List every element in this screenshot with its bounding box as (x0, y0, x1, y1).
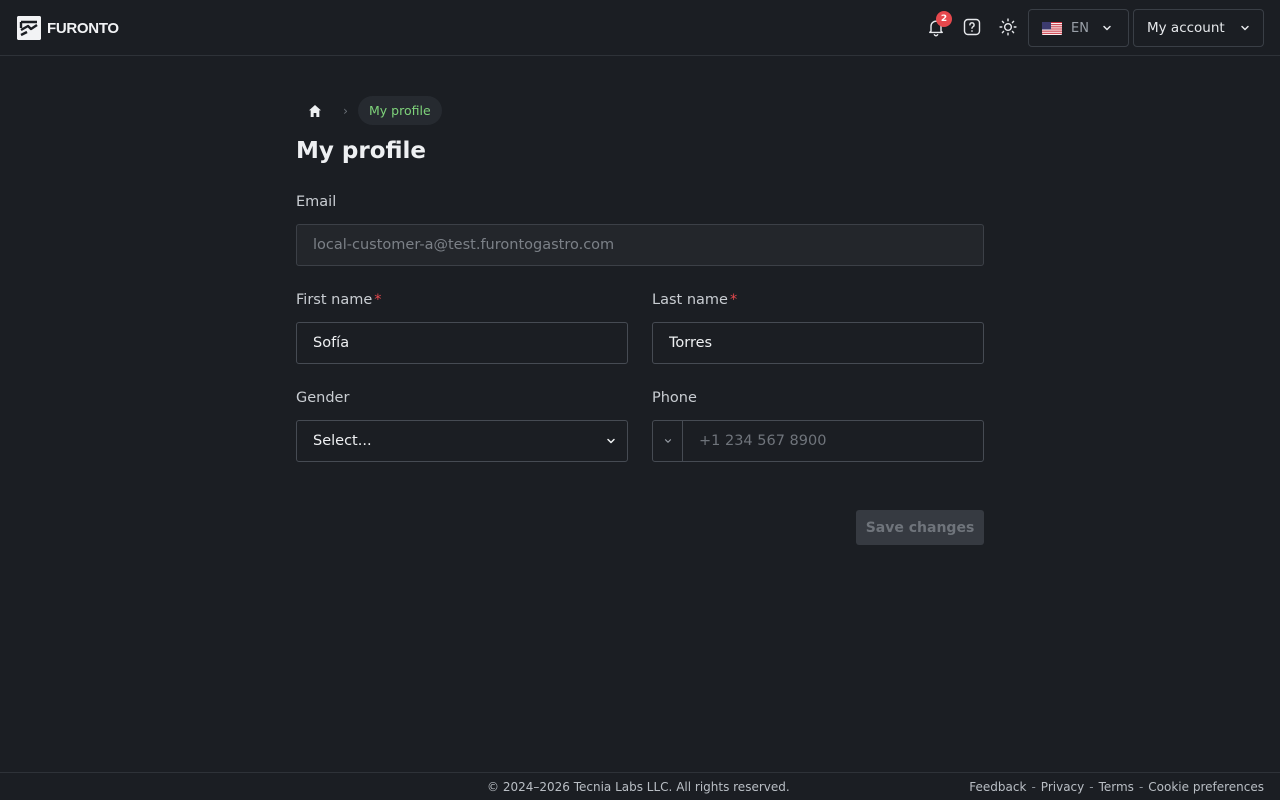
footer-separator: - (1089, 780, 1094, 794)
footer: © 2024–2026 Tecnia Labs LLC. All rights … (0, 772, 1280, 800)
chevron-down-icon (664, 439, 671, 443)
gender-label: Gender (296, 390, 350, 406)
phone-input[interactable] (683, 421, 983, 461)
breadcrumb: › My profile (296, 96, 442, 125)
account-label: My account (1147, 20, 1225, 36)
chevron-down-icon (607, 438, 615, 444)
notifications-button[interactable]: 2 (923, 11, 952, 40)
account-menu-button[interactable]: My account (1133, 9, 1264, 47)
copyright-text: © 2024–2026 Tecnia Labs LLC. All rights … (487, 780, 790, 794)
terms-link[interactable]: Terms (1099, 780, 1134, 794)
chevron-down-icon (1240, 25, 1249, 31)
last-name-field[interactable] (652, 322, 984, 364)
us-flag-icon (1042, 21, 1062, 35)
breadcrumb-home[interactable] (296, 96, 333, 125)
top-bar: FURONTO 2 EN My account (0, 0, 1280, 56)
footer-separator: - (1031, 780, 1036, 794)
theme-toggle-button[interactable] (995, 14, 1021, 40)
notification-badge: 2 (936, 11, 952, 27)
chevron-down-icon (1103, 25, 1111, 31)
home-icon (308, 104, 321, 117)
save-button[interactable]: Save changes (856, 510, 984, 545)
phone-field-group (652, 420, 984, 462)
required-mark: * (729, 292, 738, 308)
language-selector[interactable]: EN (1028, 9, 1129, 47)
chevron-right-icon: › (343, 103, 348, 118)
brand-logo[interactable]: FURONTO (17, 16, 119, 40)
help-button[interactable] (959, 14, 985, 40)
email-field[interactable] (296, 224, 984, 266)
feedback-link[interactable]: Feedback (969, 780, 1026, 794)
last-name-label: Last name * (652, 292, 737, 308)
first-name-field[interactable] (296, 322, 628, 364)
footer-separator: - (1138, 780, 1144, 794)
gender-selected-value: Select... (313, 433, 372, 449)
cookie-preferences-link[interactable]: Cookie preferences (1148, 780, 1264, 794)
footer-links: Feedback - Privacy - Terms - Cookie pref… (969, 780, 1264, 794)
email-label: Email (296, 194, 337, 210)
brand-mark-icon (17, 16, 41, 40)
language-code: EN (1071, 20, 1089, 36)
first-name-label: First name * (296, 292, 382, 308)
phone-country-dropdown[interactable] (653, 421, 683, 461)
gender-select[interactable]: Select... (296, 420, 628, 462)
first-name-label-text: First name (296, 292, 373, 308)
page-title: My profile (296, 138, 427, 164)
required-mark: * (374, 292, 382, 308)
brand-name: FURONTO (47, 19, 119, 37)
breadcrumb-current[interactable]: My profile (358, 96, 442, 125)
help-icon (963, 18, 981, 36)
phone-label: Phone (652, 390, 697, 406)
last-name-label-text: Last name (652, 292, 728, 308)
privacy-link[interactable]: Privacy (1041, 780, 1084, 794)
sun-icon (999, 18, 1017, 36)
